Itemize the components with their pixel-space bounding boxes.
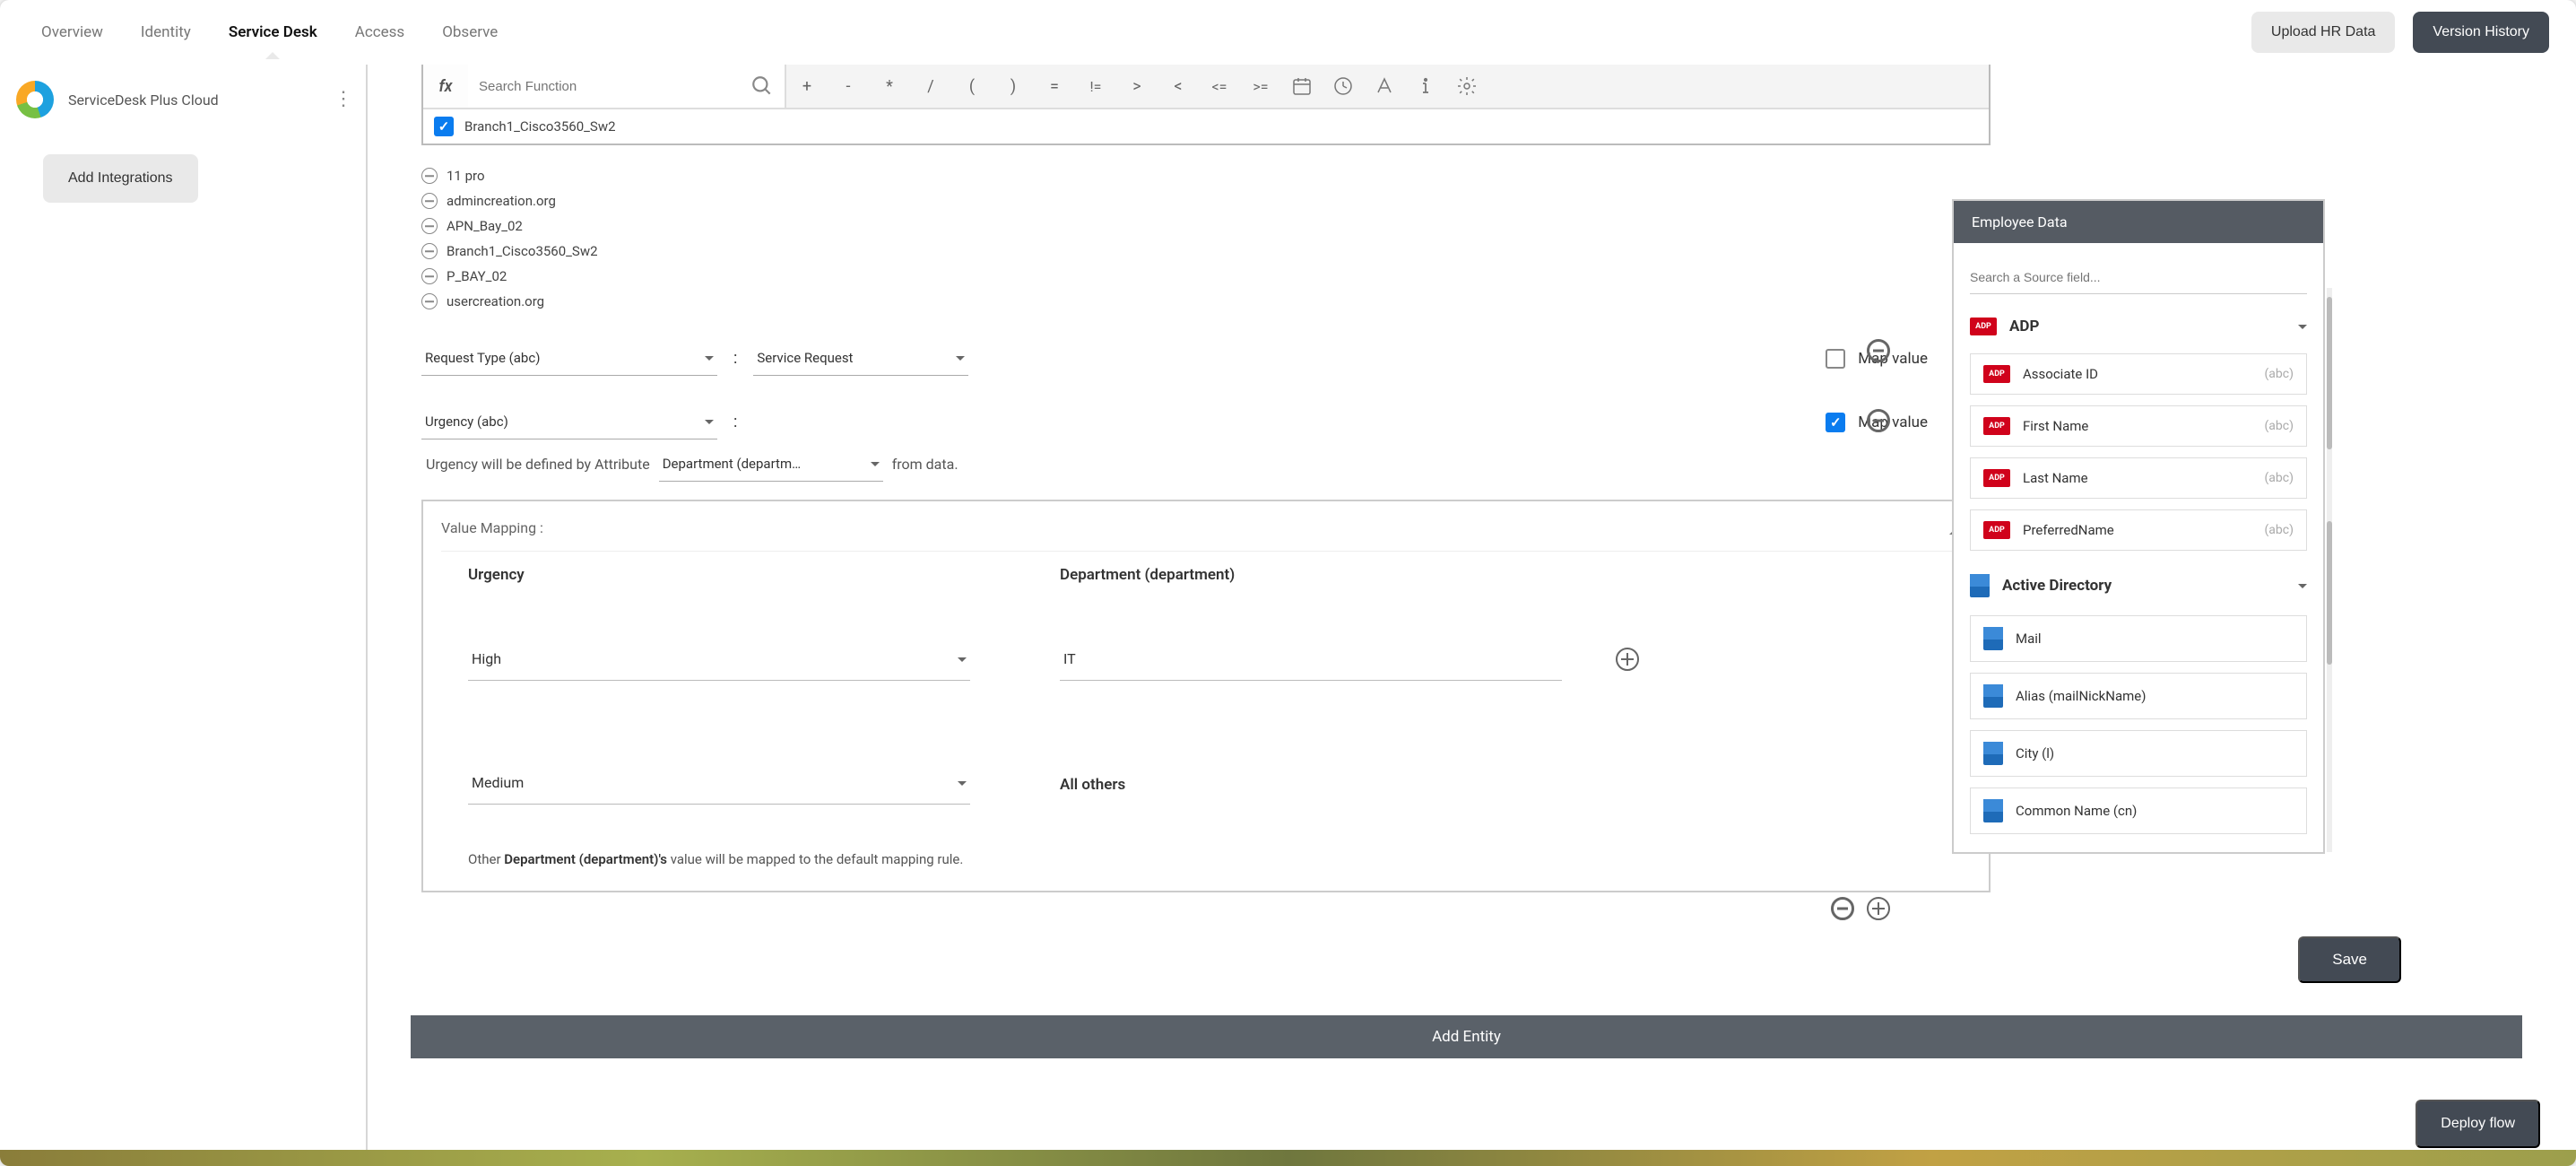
- remove-item-icon[interactable]: [421, 293, 438, 309]
- op-paren-close[interactable]: ): [993, 65, 1034, 108]
- nav-observe[interactable]: Observe: [428, 11, 512, 54]
- active-directory-logo-icon: [1983, 684, 2003, 708]
- op-settings-icon[interactable]: [1446, 65, 1487, 108]
- remove-item-icon[interactable]: [421, 268, 438, 284]
- op-gte[interactable]: >=: [1240, 65, 1281, 108]
- active-directory-logo-icon: [1983, 627, 2003, 650]
- deploy-flow-button[interactable]: Deploy flow: [2416, 1100, 2540, 1148]
- adp-section-header[interactable]: ADP ADP: [1970, 310, 2307, 343]
- list-item: 11 pro: [447, 168, 485, 184]
- request-type-select[interactable]: Request Type (abc): [421, 341, 717, 376]
- ad-section-header[interactable]: Active Directory: [1970, 567, 2307, 605]
- active-directory-logo-icon: [1983, 742, 2003, 765]
- sentence-pre: Urgency will be defined by Attribute: [426, 456, 650, 473]
- add-entity-button[interactable]: Add Entity: [411, 1015, 2522, 1058]
- adp-logo-icon: ADP: [1970, 318, 1997, 335]
- attribute-select[interactable]: Department (departm…: [659, 447, 883, 482]
- colon-separator: :: [724, 349, 746, 368]
- desktop-wallpaper: [0, 1150, 2576, 1166]
- nav-identity[interactable]: Identity: [126, 11, 205, 54]
- remove-item-icon[interactable]: [421, 243, 438, 259]
- op-gt[interactable]: >: [1116, 65, 1158, 108]
- chevron-down-icon: [2298, 584, 2307, 593]
- active-directory-logo-icon: [1970, 574, 1990, 597]
- urgency-select[interactable]: Urgency (abc): [421, 405, 717, 439]
- source-field-item[interactable]: Alias (mailNickName): [1970, 673, 2307, 719]
- op-text-icon[interactable]: [1364, 65, 1405, 108]
- op-info-icon[interactable]: [1405, 65, 1446, 108]
- list-item: P_BAY_02: [447, 268, 507, 284]
- adp-logo-icon: ADP: [1983, 365, 2010, 383]
- adp-logo-icon: ADP: [1983, 469, 2010, 487]
- all-others-label: All others: [1060, 776, 1125, 794]
- remove-mapping-icon[interactable]: [1831, 897, 1854, 920]
- source-field-item[interactable]: ADPAssociate ID(abc): [1970, 353, 2307, 395]
- upload-hr-data-button[interactable]: Upload HR Data: [2251, 12, 2396, 53]
- remove-item-icon[interactable]: [421, 218, 438, 234]
- vm-col-urgency: Urgency: [468, 566, 970, 584]
- map-value-checkbox-checked[interactable]: [1826, 413, 1845, 432]
- source-field-item[interactable]: Mail: [1970, 615, 2307, 662]
- op-minus[interactable]: -: [828, 65, 869, 108]
- fx-icon: fx: [423, 65, 468, 108]
- add-mapping-icon[interactable]: [1867, 897, 1890, 920]
- nav-service-desk[interactable]: Service Desk: [214, 11, 332, 54]
- vm-col-department: Department (department): [1060, 566, 1639, 584]
- excluded-list: 11 pro admincreation.org APN_Bay_02 Bran…: [421, 154, 1991, 341]
- save-button[interactable]: Save: [2298, 936, 2401, 983]
- sentence-post: from data.: [892, 456, 958, 473]
- remove-row-icon[interactable]: [1867, 339, 1890, 362]
- servicedesk-logo-icon: [16, 81, 54, 118]
- search-function-input[interactable]: [479, 79, 750, 94]
- urgency-value-select-high[interactable]: High: [468, 638, 970, 681]
- version-history-button[interactable]: Version History: [2413, 12, 2549, 53]
- value-mapping-header: Value Mapping :: [441, 519, 543, 536]
- request-type-value-select[interactable]: Service Request: [753, 341, 968, 376]
- source-field-item[interactable]: ADPLast Name(abc): [1970, 457, 2307, 499]
- list-item: Branch1_Cisco3560_Sw2: [447, 243, 598, 259]
- adp-logo-icon: ADP: [1983, 417, 2010, 435]
- source-field-item[interactable]: Common Name (cn): [1970, 787, 2307, 834]
- search-icon[interactable]: [750, 74, 774, 98]
- add-department-value-icon[interactable]: [1616, 648, 1639, 671]
- employee-data-title: Employee Data: [1954, 201, 2323, 243]
- nav-overview[interactable]: Overview: [27, 11, 117, 54]
- op-plus[interactable]: +: [786, 65, 828, 108]
- department-value-input[interactable]: IT: [1060, 638, 1562, 681]
- adp-logo-icon: ADP: [1983, 521, 2010, 539]
- op-lt[interactable]: <: [1158, 65, 1199, 108]
- op-divide[interactable]: /: [910, 65, 951, 108]
- function-item-label: Branch1_Cisco3560_Sw2: [464, 118, 616, 135]
- op-eq[interactable]: =: [1034, 65, 1075, 108]
- list-item: usercreation.org: [447, 293, 544, 309]
- chevron-down-icon: [2298, 325, 2307, 334]
- op-clock-icon[interactable]: [1323, 65, 1364, 108]
- list-item: admincreation.org: [447, 193, 556, 209]
- urgency-value-select-medium[interactable]: Medium: [468, 761, 970, 805]
- op-neq[interactable]: !=: [1075, 65, 1116, 108]
- map-value-checkbox-unchecked[interactable]: [1826, 349, 1845, 369]
- op-multiply[interactable]: *: [869, 65, 910, 108]
- integration-name: ServiceDesk Plus Cloud: [68, 91, 319, 109]
- list-item: APN_Bay_02: [447, 218, 523, 234]
- function-item-checkbox[interactable]: [434, 117, 454, 136]
- active-directory-logo-icon: [1983, 799, 2003, 822]
- nav-access[interactable]: Access: [341, 11, 419, 54]
- source-field-item[interactable]: ADPFirst Name(abc): [1970, 405, 2307, 447]
- remove-item-icon[interactable]: [421, 193, 438, 209]
- op-calendar-icon[interactable]: [1281, 65, 1323, 108]
- source-field-item[interactable]: City (l): [1970, 730, 2307, 777]
- op-paren-open[interactable]: (: [951, 65, 993, 108]
- scrollbar[interactable]: [2327, 288, 2332, 852]
- employee-search-input[interactable]: [1970, 261, 2307, 294]
- add-integrations-button[interactable]: Add Integrations: [43, 154, 198, 203]
- source-field-item[interactable]: ADPPreferredName(abc): [1970, 509, 2307, 551]
- op-lte[interactable]: <=: [1199, 65, 1240, 108]
- integration-menu-icon[interactable]: [334, 85, 350, 114]
- remove-item-icon[interactable]: [421, 168, 438, 184]
- mapping-info-text: Other Department (department)'s value wi…: [468, 851, 970, 867]
- remove-row-icon[interactable]: [1867, 409, 1890, 432]
- colon-separator: :: [724, 413, 746, 431]
